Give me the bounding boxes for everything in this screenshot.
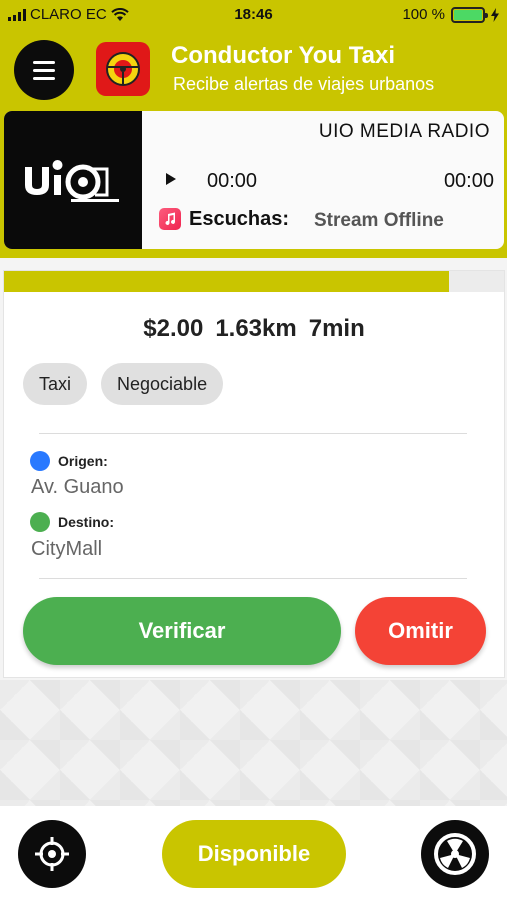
trip-timer-progress: [4, 271, 504, 292]
trip-tags: Taxi Negociable: [23, 363, 224, 405]
total-time: 00:00: [443, 170, 494, 192]
station-name: UIO MEDIA RADIO: [318, 121, 490, 142]
available-button[interactable]: Disponible: [162, 820, 346, 888]
divider: [39, 578, 467, 579]
battery-fill: [454, 9, 482, 20]
listeners-label: Escuchas:: [189, 208, 290, 230]
radio-player: UIO MEDIA RADIO 00:00 00:00 Escuchas: St…: [4, 111, 504, 249]
origin-row: Origen:: [30, 451, 108, 471]
destination-dot-icon: [30, 512, 50, 532]
app-logo-icon: [96, 42, 150, 96]
skip-button[interactable]: Omitir: [355, 597, 486, 665]
origin-label: Origen:: [58, 453, 108, 469]
hamburger-icon: [33, 60, 55, 64]
trip-price: $2.00: [143, 315, 204, 342]
locate-button[interactable]: [18, 820, 86, 888]
current-time: 00:00: [207, 170, 258, 192]
app-title: Conductor You Taxi: [171, 42, 396, 69]
menu-button[interactable]: [14, 40, 74, 100]
destination-address: CityMall: [31, 538, 103, 560]
charging-icon: [491, 7, 499, 22]
chip-service-type: Taxi: [23, 363, 88, 405]
origin-address: Av. Guano: [31, 476, 124, 498]
app-subtitle: Recibe alertas de viajes urbanos: [173, 74, 435, 94]
uio-media-logo: [4, 111, 142, 249]
steering-wheel-button[interactable]: [421, 820, 489, 888]
origin-dot-icon: [30, 451, 50, 471]
verify-button[interactable]: Verificar: [23, 597, 341, 665]
status-right: 100 %: [402, 6, 499, 23]
steering-wheel-icon: [434, 833, 476, 875]
destination-label: Destino:: [58, 514, 114, 530]
stream-status: Stream Offline: [314, 210, 444, 231]
map-background[interactable]: [0, 680, 507, 806]
status-bar: CLARO EC 18:46 100 %: [0, 0, 507, 30]
chip-negotiable: Negociable: [101, 363, 224, 405]
battery-percent: 100 %: [402, 6, 445, 23]
music-note-icon: [159, 208, 181, 230]
trip-card: $2.00 1.63km 7min Taxi Negociable Origen: …: [3, 270, 505, 678]
battery-icon: [451, 6, 488, 23]
divider: [39, 433, 467, 434]
progress-fill: [4, 271, 449, 292]
app-header: CLARO EC 18:46 100 % Conductor You Taxi …: [0, 0, 507, 258]
destination-row: Destino:: [30, 512, 114, 532]
play-icon[interactable]: [166, 173, 176, 185]
crosshair-icon: [35, 837, 69, 871]
trip-distance: 1.63km: [215, 315, 297, 342]
trip-summary: $2.00 1.63km 7min: [4, 315, 504, 343]
trip-duration: 7min: [308, 315, 365, 342]
